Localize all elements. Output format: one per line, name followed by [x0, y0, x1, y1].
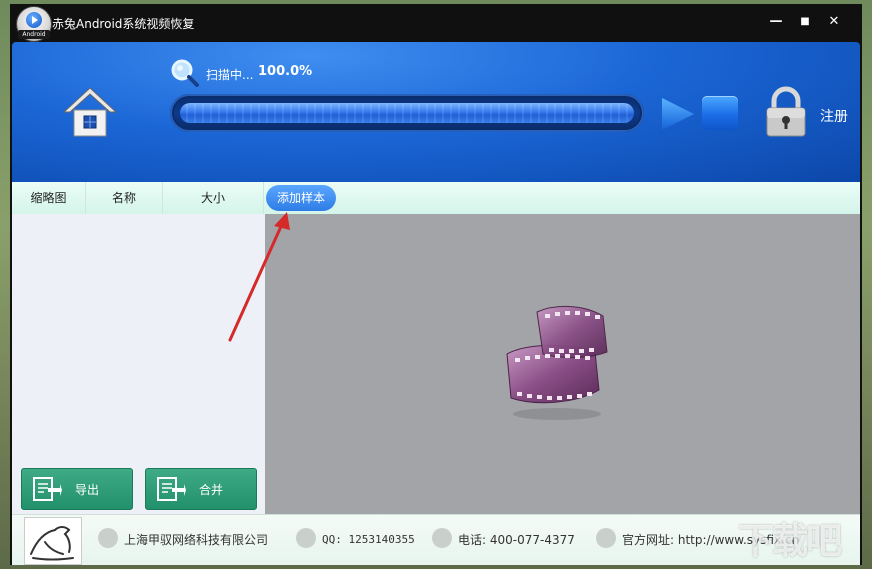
scan-progress-bar [170, 94, 644, 132]
column-header-bar: 缩略图 名称 大小 添加样本 [12, 182, 860, 215]
phone-icon [432, 528, 452, 548]
file-list-pane[interactable]: 导出 合并 [12, 214, 265, 514]
window-title: 赤兔Android系统视频恢复 [52, 17, 195, 31]
search-icon [171, 59, 199, 87]
header-panel: 扫描中... 100.0% 注册 [12, 42, 860, 182]
qq-number: QQ: 1253140355 [322, 533, 415, 546]
start-scan-icon[interactable] [660, 96, 696, 132]
globe-icon [596, 528, 616, 548]
export-label: 导出 [74, 483, 99, 497]
column-size[interactable]: 大小 [163, 182, 264, 214]
scan-percent: 100.0% [258, 64, 313, 79]
maximize-button[interactable]: ■ [795, 12, 815, 32]
film-reel-icon [506, 305, 608, 420]
column-name[interactable]: 名称 [86, 182, 163, 214]
export-button[interactable]: 导出 [21, 468, 133, 510]
merge-button[interactable]: 合并 [145, 468, 257, 510]
add-sample-button[interactable]: 添加样本 [266, 185, 336, 211]
video-preview-pane [265, 214, 860, 514]
title-bar: Android 赤兔Android系统视频恢复 — ■ ✕ [10, 4, 862, 42]
lock-icon[interactable] [764, 86, 808, 138]
close-button[interactable]: ✕ [824, 12, 844, 32]
minimize-button[interactable]: — [766, 12, 786, 32]
qq-icon [296, 528, 316, 548]
home-icon[interactable] [62, 84, 118, 140]
stop-scan-icon[interactable] [702, 96, 738, 130]
app-logo: Android [16, 6, 52, 42]
logo-tag: Android [18, 30, 50, 39]
watermark-text: 下载吧 [738, 521, 842, 562]
footer-bar: 上海甲驭网络科技有限公司 QQ: 1253140355 电话: 400-077-… [12, 514, 860, 565]
company-name: 上海甲驭网络科技有限公司 [124, 533, 269, 547]
scan-status-label: 扫描中... [206, 68, 254, 82]
column-thumbnail[interactable]: 缩略图 [12, 182, 86, 214]
app-window: Android 赤兔Android系统视频恢复 — ■ ✕ 扫描中... 100… [10, 4, 862, 565]
merge-label: 合并 [198, 483, 223, 497]
scan-progress-fill [180, 103, 634, 123]
company-icon [98, 528, 118, 548]
horse-logo-icon [24, 517, 82, 565]
register-link[interactable]: 注册 [820, 106, 848, 126]
play-circle-icon [26, 12, 42, 28]
phone-number: 电话: 400-077-4377 [458, 533, 575, 547]
